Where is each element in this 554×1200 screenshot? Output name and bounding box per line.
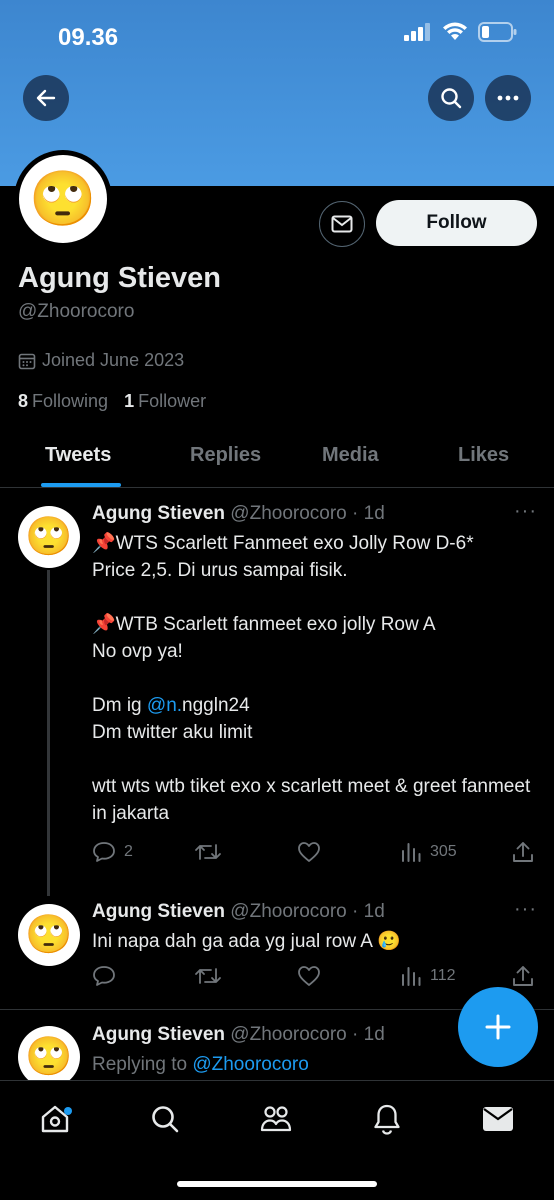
- battery-icon: [478, 22, 517, 42]
- avatar-emoji: 🙄: [25, 914, 73, 956]
- more-button[interactable]: [485, 75, 531, 121]
- bell-icon: [374, 1104, 400, 1135]
- tab-media[interactable]: Media: [322, 444, 379, 467]
- views-icon: [402, 967, 421, 986]
- mail-icon: [331, 215, 353, 233]
- active-tab-indicator: [41, 483, 121, 487]
- share-button[interactable]: [512, 841, 534, 863]
- like-icon: [298, 966, 320, 986]
- replying-to-link[interactable]: @Zhoorocoro: [192, 1054, 308, 1075]
- reply-button[interactable]: [92, 965, 116, 987]
- nav-messages[interactable]: [478, 1099, 518, 1139]
- share-icon: [513, 966, 533, 986]
- home-notification-dot: [64, 1107, 72, 1115]
- retweet-icon: [195, 844, 221, 860]
- retweet-button[interactable]: [194, 841, 222, 863]
- tweet-author-name[interactable]: Agung Stieven: [92, 503, 225, 524]
- follower-count: 1: [124, 391, 135, 411]
- like-icon: [298, 842, 320, 862]
- tweet-avatar[interactable]: 🙄: [18, 1026, 80, 1088]
- like-button[interactable]: [297, 841, 321, 863]
- search-icon: [441, 88, 462, 109]
- profile-avatar-image: 🙄: [19, 155, 107, 243]
- tweet-more-icon[interactable]: ···: [514, 500, 537, 523]
- reply-button[interactable]: 2: [92, 841, 133, 863]
- tab-replies[interactable]: Replies: [190, 444, 261, 467]
- avatar-emoji: 🙄: [25, 1036, 73, 1078]
- following-label: Following: [32, 391, 109, 411]
- profile-display-name: Agung Stieven: [18, 262, 222, 294]
- search-icon: [152, 1106, 179, 1133]
- search-button[interactable]: [428, 75, 474, 121]
- mail-icon: [483, 1107, 513, 1131]
- reply-icon: [93, 966, 115, 986]
- share-icon: [513, 842, 533, 862]
- tweet-header: Agung Stieven @Zhoorocoro · 1d: [92, 901, 385, 923]
- follow-counts: 8 Following 1 Follower: [18, 391, 206, 412]
- tweet-mention[interactable]: @n.: [147, 695, 182, 716]
- thread-line: [47, 570, 50, 896]
- status-bar: 09.36: [0, 0, 554, 70]
- followers-link[interactable]: 1 Follower: [124, 391, 206, 412]
- tweet-meta: @Zhoorocoro · 1d: [230, 1024, 385, 1045]
- communities-icon: [260, 1106, 292, 1132]
- tweet-text: Ini napa dah ga ada yg jual row A 🥲: [92, 931, 401, 952]
- compose-button[interactable]: [458, 987, 538, 1067]
- tweet-text: 📌WTS Scarlett Fanmeet exo Jolly Row D-6*…: [92, 530, 532, 827]
- back-arrow-icon: [36, 89, 56, 107]
- tweet-more-icon[interactable]: ···: [514, 898, 537, 921]
- share-button[interactable]: [512, 965, 534, 987]
- status-time: 09.36: [58, 24, 119, 51]
- tweet-text-part: 📌WTS Scarlett Fanmeet exo Jolly Row D-6*…: [92, 533, 474, 716]
- tweet-author-name[interactable]: Agung Stieven: [92, 901, 225, 922]
- back-button[interactable]: [23, 75, 69, 121]
- avatar-emoji: 🙄: [29, 169, 97, 229]
- joined-date: Joined June 2023: [18, 350, 184, 371]
- views-button[interactable]: 112: [400, 965, 456, 987]
- home-indicator: [177, 1181, 377, 1187]
- status-icons: [404, 22, 518, 42]
- views-count: 305: [430, 843, 457, 860]
- tweet-meta: @Zhoorocoro · 1d: [230, 901, 385, 922]
- reply-count: 2: [124, 843, 133, 860]
- follower-label: Follower: [138, 391, 207, 411]
- replying-to: Replying to @Zhoorocoro: [92, 1051, 532, 1078]
- tab-tweets[interactable]: Tweets: [45, 444, 111, 467]
- signal-icon: [404, 23, 430, 41]
- nav-home[interactable]: [35, 1099, 75, 1139]
- calendar-icon: [18, 353, 36, 369]
- tweet-meta: @Zhoorocoro · 1d: [230, 503, 385, 524]
- tweet-actions: 112: [92, 965, 540, 993]
- profile-handle: @Zhoorocoro: [18, 301, 135, 322]
- replying-prefix: Replying to: [92, 1054, 193, 1075]
- wifi-icon: [443, 22, 467, 40]
- views-count: 112: [430, 967, 456, 984]
- tab-likes[interactable]: Likes: [458, 444, 509, 467]
- nav-communities[interactable]: [256, 1099, 296, 1139]
- views-button[interactable]: 305: [400, 841, 457, 863]
- more-icon: [497, 95, 519, 101]
- nav-search[interactable]: [145, 1099, 185, 1139]
- profile-tabs: Tweets Replies Media Likes: [0, 430, 554, 488]
- reply-icon: [93, 842, 115, 862]
- following-link[interactable]: 8 Following: [18, 391, 108, 412]
- following-count: 8: [18, 391, 29, 411]
- tweet-author-name[interactable]: Agung Stieven: [92, 1024, 225, 1045]
- tweet-avatar[interactable]: 🙄: [18, 904, 80, 966]
- tweet-header: Agung Stieven @Zhoorocoro · 1d: [92, 1024, 385, 1046]
- message-button[interactable]: [319, 201, 365, 247]
- joined-text: Joined June 2023: [42, 350, 185, 370]
- nav-notifications[interactable]: [367, 1099, 407, 1139]
- avatar-emoji: 🙄: [25, 516, 73, 558]
- tweet-header: Agung Stieven @Zhoorocoro · 1d: [92, 503, 385, 525]
- retweet-button[interactable]: [194, 965, 222, 987]
- tweet-avatar[interactable]: 🙄: [18, 506, 80, 568]
- like-button[interactable]: [297, 965, 321, 987]
- retweet-icon: [195, 968, 221, 984]
- tweet-actions: 2 305: [92, 841, 540, 869]
- follow-button[interactable]: Follow: [376, 200, 537, 246]
- views-icon: [402, 843, 421, 862]
- compose-icon: [485, 1014, 511, 1040]
- profile-avatar[interactable]: 🙄: [14, 150, 112, 248]
